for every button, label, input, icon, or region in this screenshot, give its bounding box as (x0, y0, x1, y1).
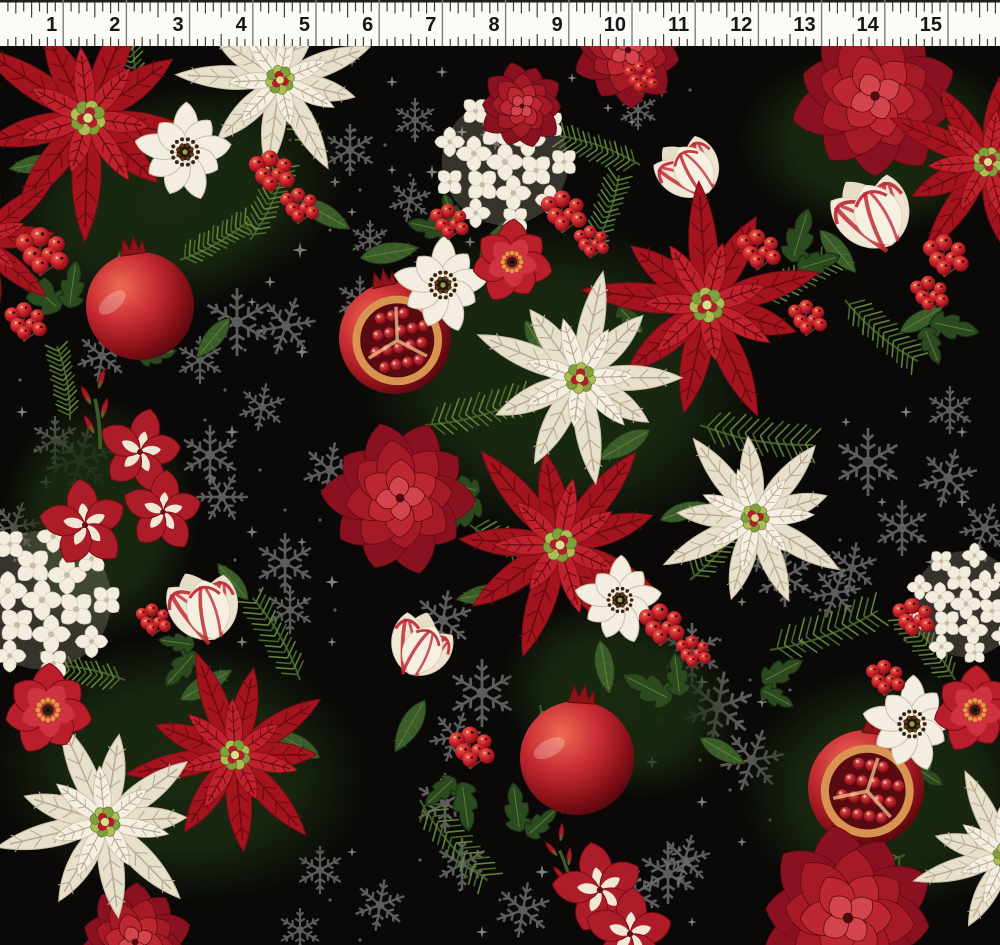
svg-text:9: 9 (552, 14, 563, 36)
svg-text:1: 1 (46, 14, 57, 36)
svg-text:3: 3 (172, 14, 183, 36)
svg-text:7: 7 (425, 14, 436, 36)
svg-text:11: 11 (668, 14, 689, 36)
fabric-print (0, 0, 1000, 945)
svg-text:10: 10 (604, 14, 626, 36)
svg-text:12: 12 (730, 14, 752, 36)
svg-text:6: 6 (362, 14, 373, 36)
svg-text:14: 14 (857, 14, 880, 36)
svg-text:4: 4 (236, 14, 248, 36)
svg-text:13: 13 (793, 14, 815, 36)
svg-text:5: 5 (299, 14, 310, 36)
fabric-swatch-photo: 123456789101112131415 (0, 0, 1000, 945)
svg-text:15: 15 (920, 14, 942, 36)
measuring-ruler: 123456789101112131415 (0, 0, 1000, 46)
svg-text:8: 8 (488, 14, 499, 36)
svg-text:2: 2 (109, 14, 120, 36)
